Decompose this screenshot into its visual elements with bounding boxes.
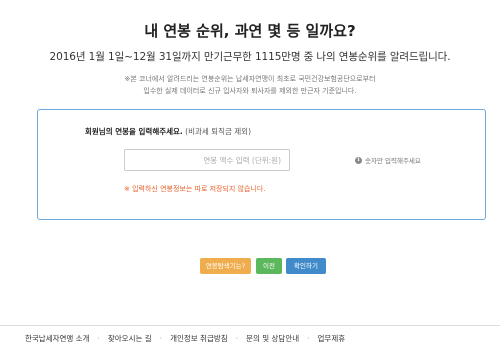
note-line-1: ※본 코너에서 알려드리는 연봉순위는 납세자연맹이 최초로 국민건강보험공단으… bbox=[124, 75, 376, 83]
footer-link-directions[interactable]: 찾아오시는 길 bbox=[108, 333, 152, 344]
salary-input-label: 회원님의 연봉을 입력해주세요. (비과세 퇴직금 제외) bbox=[85, 126, 251, 137]
footer-separator: · bbox=[307, 334, 310, 343]
numbers-only-hint-text: 숫자만 입력해주세요 bbox=[365, 157, 421, 165]
footer-divider bbox=[0, 325, 500, 326]
info-icon: i bbox=[355, 156, 362, 164]
prev-button[interactable]: 이전 bbox=[256, 258, 282, 274]
note-line-2: 입수한 실제 데이터로 신규 입사자와 퇴사자를 제외한 만근자 기준입니다. bbox=[143, 87, 357, 95]
salary-input[interactable] bbox=[124, 149, 290, 171]
footer-separator: · bbox=[235, 334, 239, 343]
footer-link-privacy[interactable]: 개인정보 취급방침 bbox=[170, 333, 228, 344]
salary-input-label-main: 회원님의 연봉을 입력해주세요. bbox=[85, 127, 183, 136]
footer-link-contact[interactable]: 문의 및 상담안내 bbox=[246, 333, 299, 344]
data-source-note: ※본 코너에서 알려드리는 연봉순위는 납세자연맹이 최초로 국민건강보험공단으… bbox=[0, 73, 500, 97]
salary-input-label-sub: (비과세 퇴직금 제외) bbox=[185, 127, 251, 136]
what-is-salary-finder-button[interactable]: 연봉탐색기는? bbox=[200, 258, 251, 274]
numbers-only-hint: i 숫자만 입력해주세요 bbox=[355, 155, 421, 165]
footer-separator: · bbox=[159, 334, 163, 343]
footer-link-about[interactable]: 한국납세자연맹 소개 bbox=[25, 333, 89, 344]
footer-link-partnership[interactable]: 업무제휴 bbox=[318, 333, 346, 344]
page-title: 내 연봉 순위, 과연 몇 등 일까요? bbox=[144, 22, 356, 40]
footer-separator: · bbox=[97, 334, 100, 343]
page-subtitle: 2016년 1월 1일~12월 31일까지 만기근무한 1115만명 중 나의 … bbox=[49, 51, 451, 63]
confirm-button[interactable]: 확인하기 bbox=[286, 258, 326, 274]
privacy-warning: ※ 입력하신 연봉정보는 따로 저장되지 않습니다. bbox=[124, 185, 266, 193]
footer-links: 한국납세자연맹 소개 · 찾아오시는 길 · 개인정보 취급방침 · 문의 및 … bbox=[25, 333, 345, 344]
